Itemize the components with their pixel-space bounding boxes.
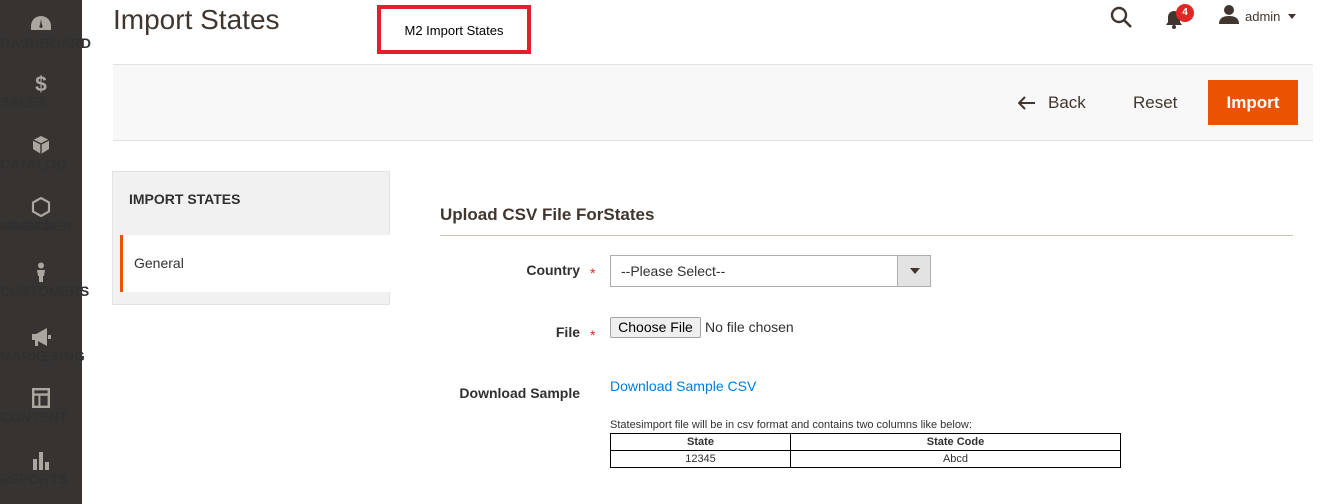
download-sample-csv-link[interactable]: Download Sample CSV [610,378,756,394]
required-asterisk: * [590,327,596,343]
nav-customers[interactable]: CUSTOMERS [0,262,89,298]
nav-content[interactable]: CONTENT [0,388,82,424]
back-label: Back [1048,93,1086,112]
module-tag-highlight: M2 Import States [377,5,531,54]
back-button[interactable]: Back [1018,93,1086,113]
dashboard-icon [30,14,52,34]
layout-icon [30,388,52,408]
import-button[interactable]: Import [1208,80,1298,125]
download-sample-label: Download Sample [459,385,580,401]
user-icon [1219,4,1239,29]
module-tag-label: M2 Import States [404,23,504,38]
nav-dashboard[interactable]: DASHBOARD [0,14,91,50]
bar-chart-icon [30,450,52,470]
cell-state-code: Abcd [790,450,1121,468]
dropdown-toggle[interactable] [897,256,930,286]
admin-sidebar: DASHBOARD $ SALES CATALOG REGION MANAGER… [0,0,91,504]
sample-note: Statesimport file will be in csv format … [610,419,972,431]
cell-state: 12345 [610,450,791,468]
svg-text:$: $ [35,73,47,93]
chevron-down-icon [910,268,920,274]
country-select-value: --Please Select-- [621,263,726,279]
choose-file-button[interactable]: Choose File [610,317,701,338]
column-header-state: State [610,433,791,451]
required-asterisk: * [590,265,596,281]
no-file-chosen-text: No file chosen [705,319,794,335]
tab-general[interactable]: General [120,235,390,292]
column-header-state-code: State Code [790,433,1121,451]
arrow-left-icon [1018,96,1035,110]
table-row: 12345 Abcd [610,450,1121,468]
file-label: File [555,324,580,340]
search-icon[interactable] [1109,5,1133,29]
person-icon [30,262,52,282]
nav-sales[interactable]: $ SALES [0,73,82,109]
cube-icon [30,135,52,155]
reset-button[interactable]: Reset [1133,93,1177,113]
hexagon-icon [30,196,52,218]
sample-format-table: State State Code 12345 Abcd [610,433,1121,468]
side-tabs: IMPORT STATES General [112,171,390,305]
country-label: Country [526,262,580,278]
tab-general-label: General [134,255,184,271]
megaphone-icon [30,327,52,347]
dollar-icon: $ [30,73,52,96]
section-title: Upload CSV File ForStates [440,205,655,224]
nav-region-manager[interactable]: REGION MANAGER [0,196,82,233]
table-header-row: State State Code [610,433,1121,451]
nav-marketing[interactable]: MARKETING [0,327,85,363]
notification-count-badge: 4 [1176,4,1194,22]
nav-catalog[interactable]: CATALOG [0,135,82,171]
page-title: Import States [113,4,280,35]
section-divider [440,235,1293,236]
nav-reports[interactable]: REPORTS [0,450,82,486]
page-actions-bar: Back Reset Import [113,64,1313,141]
user-name: admin [1245,8,1281,24]
country-select[interactable]: --Please Select-- [610,255,931,287]
chevron-down-icon [1288,13,1297,19]
user-menu[interactable]: admin [1219,4,1297,29]
tabs-title: IMPORT STATES [129,191,241,207]
